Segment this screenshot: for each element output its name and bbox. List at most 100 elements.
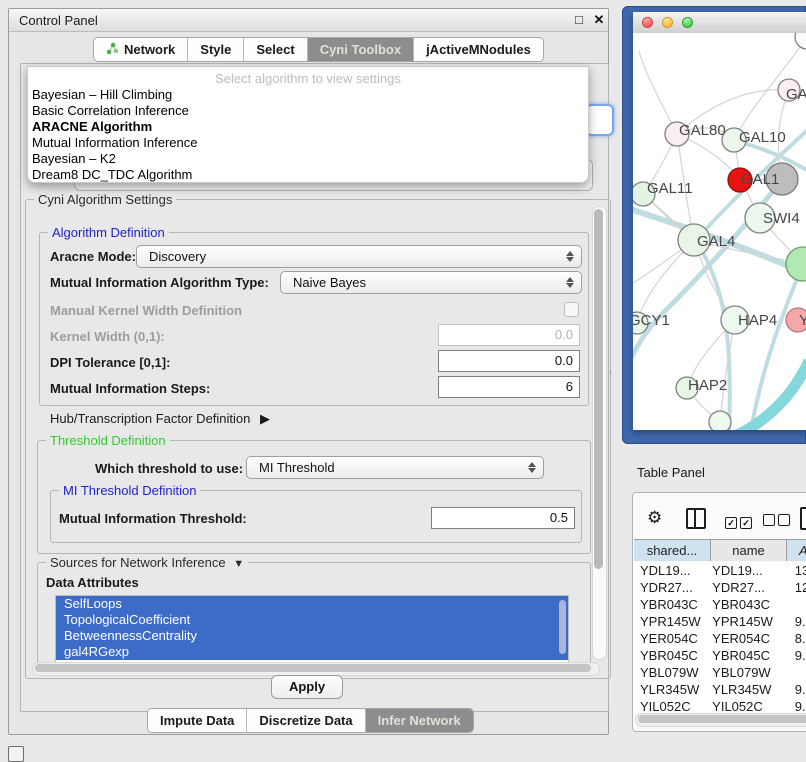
algorithm-option[interactable]: Dream8 DC_TDC Algorithm xyxy=(32,167,192,183)
network-node[interactable] xyxy=(709,411,731,430)
aracne-mode-label: Aracne Mode: xyxy=(50,249,136,264)
algorithm-combo-fragment[interactable] xyxy=(586,104,614,136)
threshold-definition-title: Threshold Definition xyxy=(46,433,170,448)
bottom-tabbar: Impute Data Discretize Data Infer Networ… xyxy=(147,708,474,733)
column-header-partial[interactable]: A xyxy=(787,540,806,561)
attribute-item[interactable]: BetweennessCentrality xyxy=(56,628,568,644)
aracne-mode-combo[interactable]: Discovery xyxy=(136,245,582,268)
mi-algorithm-type-label: Mutual Information Algorithm Type: xyxy=(50,275,269,290)
which-threshold-combo[interactable]: MI Threshold xyxy=(246,456,544,479)
node-label: SWI4 xyxy=(763,210,800,227)
chevron-down-icon xyxy=(566,283,574,288)
mi-threshold-field[interactable]: 0.5 xyxy=(431,507,575,529)
settings-vertical-scrollbar[interactable] xyxy=(592,206,607,660)
docked-panel-icon[interactable] xyxy=(8,746,24,762)
attribute-item[interactable]: TopologicalCoefficient xyxy=(56,612,568,628)
node-label: GAL10 xyxy=(739,129,786,146)
node-label: GAL11 xyxy=(647,180,693,197)
clear-all-checks-icon[interactable] xyxy=(763,513,790,531)
chevron-up-icon xyxy=(566,277,574,282)
tab-network[interactable]: Network xyxy=(94,38,188,61)
close-icon[interactable]: ✕ xyxy=(591,12,607,28)
algorithm-dropdown-placeholder: Select algorithm to view settings xyxy=(28,71,588,86)
node-label: GAL4 xyxy=(697,233,735,250)
table-row[interactable]: YBR045CYBR045C9. xyxy=(634,647,806,664)
control-panel-title: Control Panel xyxy=(19,13,98,28)
table-row[interactable]: YIL052CYIL052C9. xyxy=(634,698,806,712)
table-row[interactable]: YPR145WYPR145W9. xyxy=(634,613,806,630)
network-graph xyxy=(633,33,806,430)
mi-threshold-label: Mutual Information Threshold: xyxy=(59,511,247,526)
mac-close-icon[interactable] xyxy=(642,17,653,28)
table-horizontal-scrollbar[interactable] xyxy=(635,713,806,727)
chevron-up-icon xyxy=(528,462,536,467)
mi-algorithm-type-combo[interactable]: Naive Bayes xyxy=(280,271,582,294)
table-row[interactable]: YDL19...YDL19...13 xyxy=(634,562,806,579)
network-icon xyxy=(106,42,119,58)
control-panel: Control Panel □ ✕ Network Style Select C… xyxy=(8,8,609,735)
chevron-up-icon xyxy=(566,251,574,256)
network-node-green[interactable] xyxy=(786,247,806,281)
algorithm-option[interactable]: Bayesian – K2 xyxy=(32,151,116,167)
gear-icon[interactable]: ⚙ xyxy=(647,508,662,528)
attribute-item[interactable]: gal4RGexp xyxy=(56,644,568,660)
mac-zoom-icon[interactable] xyxy=(682,17,693,28)
table-row[interactable]: YDR27...YDR27...12 xyxy=(634,579,806,596)
split-pane-handle[interactable]: ‹ xyxy=(609,368,614,377)
attribute-item[interactable]: SelfLoops xyxy=(56,596,568,612)
table-panel-title: Table Panel xyxy=(637,465,705,480)
column-header-shared[interactable]: shared... xyxy=(634,540,711,561)
which-threshold-label: Which threshold to use: xyxy=(95,461,243,476)
dpi-tolerance-field[interactable]: 0.0 xyxy=(438,350,580,372)
tab-discretize-data[interactable]: Discretize Data xyxy=(247,709,365,732)
network-window-titlebar xyxy=(633,12,806,34)
mi-steps-field[interactable]: 6 xyxy=(438,376,580,398)
algorithm-option[interactable]: Mutual Information Inference xyxy=(32,135,197,151)
list-vertical-scrollbar[interactable] xyxy=(558,598,567,658)
node-label: HAP2 xyxy=(688,377,727,394)
network-window: GAL GAL80 GAL10 GAL1 GAL11 SWI4 GAL4 GCY… xyxy=(633,12,806,430)
tab-jactivemnodules[interactable]: jActiveMNodules xyxy=(414,38,543,61)
table-row[interactable]: YER054CYER054C8. xyxy=(634,630,806,647)
sources-title[interactable]: Sources for Network Inference ▼ xyxy=(46,555,248,570)
algorithm-option[interactable]: Bayesian – Hill Climbing xyxy=(32,87,172,103)
node-label: GCY1 xyxy=(633,312,670,329)
tab-cyni-toolbox[interactable]: Cyni Toolbox xyxy=(308,38,414,61)
mi-threshold-definition-group: MI Threshold Definition Mutual Informati… xyxy=(50,490,582,543)
select-all-checks-icon[interactable]: ✓✓ xyxy=(725,513,752,531)
table-row[interactable]: YLR345WYLR345W9. xyxy=(634,681,806,698)
hub-tf-definition-expander[interactable]: Hub/Transcription Factor Definition ▶ xyxy=(50,411,270,427)
tab-select[interactable]: Select xyxy=(244,38,307,61)
mac-minimize-icon[interactable] xyxy=(662,17,673,28)
algorithm-option[interactable]: Basic Correlation Inference xyxy=(32,103,189,119)
chevron-down-icon xyxy=(528,468,536,473)
cyni-algorithm-settings-title: Cyni Algorithm Settings xyxy=(34,192,176,207)
column-header-name[interactable]: name xyxy=(711,540,787,561)
data-attributes-list: SelfLoops TopologicalCoefficient Between… xyxy=(55,595,569,663)
node-label: GAL80 xyxy=(679,122,726,139)
settings-horizontal-scrollbar[interactable] xyxy=(32,662,600,676)
network-canvas[interactable]: GAL GAL80 GAL10 GAL1 GAL11 SWI4 GAL4 GCY… xyxy=(633,33,806,430)
table-header: shared... name A xyxy=(634,539,806,563)
apply-button[interactable]: Apply xyxy=(271,675,343,699)
expand-right-icon: ▶ xyxy=(260,411,270,426)
manual-kernel-width-label: Manual Kernel Width Definition xyxy=(50,303,242,318)
node-label: GAL1 xyxy=(741,171,779,188)
table-row[interactable]: YBR043CYBR043C xyxy=(634,596,806,613)
network-node[interactable] xyxy=(795,33,806,49)
tab-style[interactable]: Style xyxy=(188,38,244,61)
algorithm-dropdown-popup: Select algorithm to view settings Infere… xyxy=(27,66,589,183)
mi-threshold-definition-title: MI Threshold Definition xyxy=(59,483,200,498)
table-row[interactable]: YBL079WYBL079W xyxy=(634,664,806,681)
table-panel: ⚙ ✓✓ shared... name A YDL19...YDL19...13… xyxy=(632,492,806,732)
tab-infer-network[interactable]: Infer Network xyxy=(366,709,473,732)
algorithm-option-selected[interactable]: ARACNE Algorithm xyxy=(32,119,152,135)
node-label: GAL xyxy=(786,86,806,103)
float-window-icon[interactable]: □ xyxy=(571,12,587,28)
chevron-down-icon xyxy=(566,257,574,262)
kernel-width-field: 0.0 xyxy=(438,324,580,346)
kernel-width-label: Kernel Width (0,1): xyxy=(50,329,165,344)
columns-icon[interactable] xyxy=(686,508,706,529)
tab-impute-data[interactable]: Impute Data xyxy=(148,709,247,732)
new-document-icon[interactable] xyxy=(800,507,806,530)
